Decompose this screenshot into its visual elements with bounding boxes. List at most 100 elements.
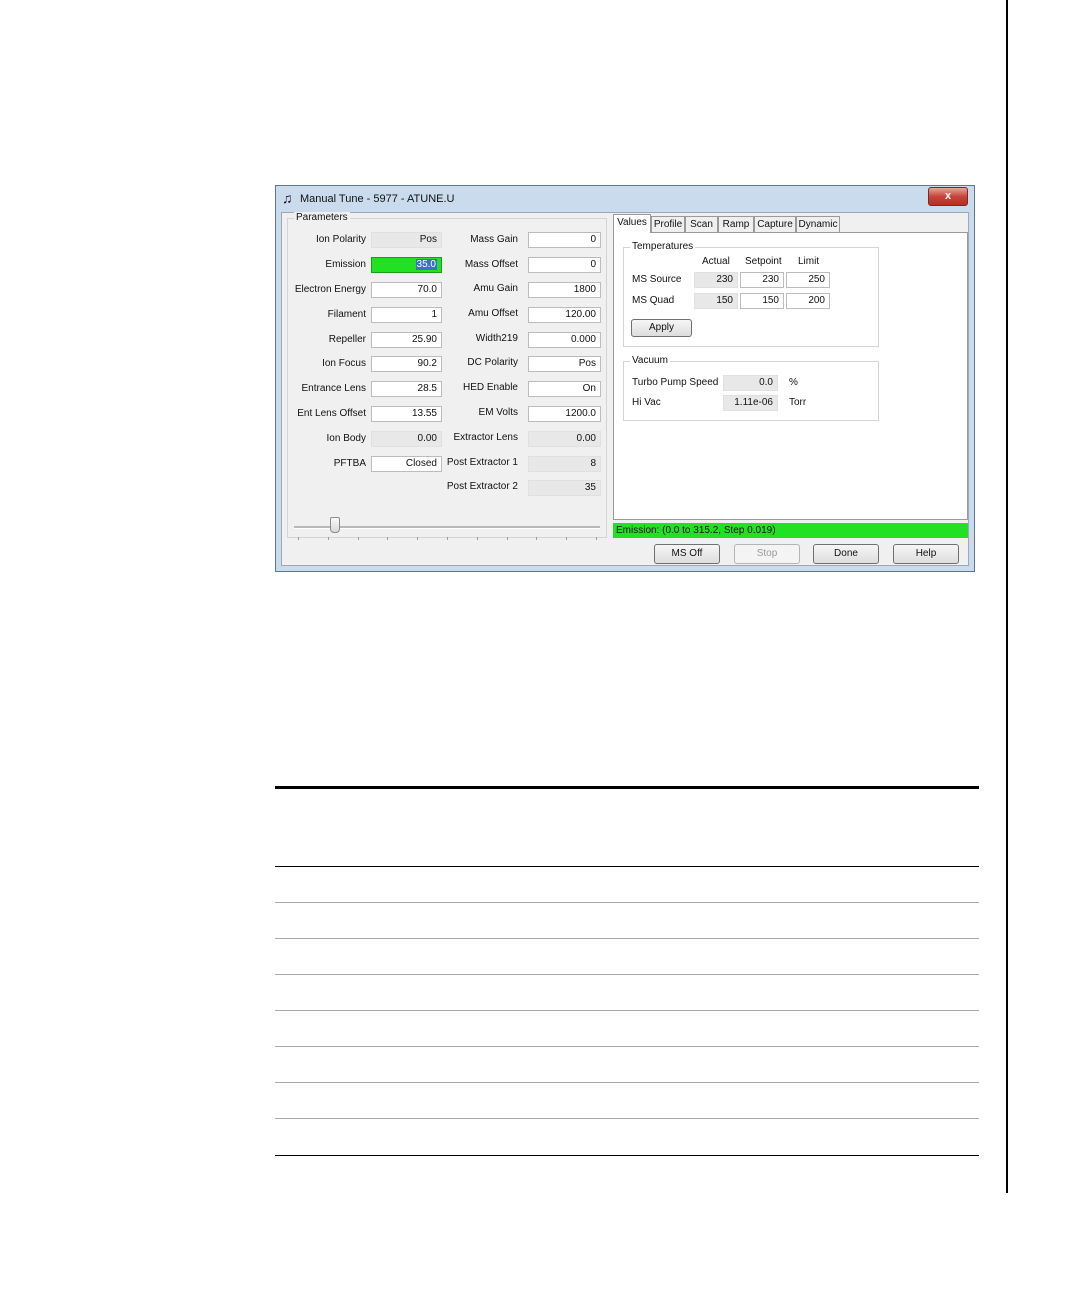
param-label: Entrance Lens xyxy=(301,383,367,394)
param-entrance-lens-field[interactable]: 28.5 xyxy=(371,381,442,397)
param-extractor-lens-field: 0.00 xyxy=(528,431,601,447)
table-bottom-rule xyxy=(275,1155,979,1156)
title-bar[interactable]: ♫ Manual Tune - 5977 - ATUNE.U x xyxy=(276,186,974,212)
param-amu-gain-field[interactable]: 1800 xyxy=(528,282,601,298)
param-label: Repeller xyxy=(328,334,366,345)
slider-tick xyxy=(566,537,568,540)
param-emission-field[interactable]: 35.0 xyxy=(371,257,442,273)
table-header-rule xyxy=(275,866,979,867)
param-label: Emission xyxy=(325,259,366,270)
tab-dynamic[interactable]: Dynamic xyxy=(796,216,840,232)
slider-tick xyxy=(387,537,389,540)
param-post-extractor-2-field: 35 xyxy=(528,480,601,496)
param-label: PFTBA xyxy=(333,458,366,469)
param-label: Post Extractor 1 xyxy=(446,457,518,468)
vacuum-group-label: Vacuum xyxy=(630,355,670,366)
param-ion-focus-field[interactable]: 90.2 xyxy=(371,356,442,372)
turbo-pump-speed-value: 0.0 xyxy=(723,375,778,391)
param-repeller-field[interactable]: 25.90 xyxy=(371,332,442,348)
page-edge-rule xyxy=(1006,0,1008,1193)
window-title: Manual Tune - 5977 - ATUNE.U xyxy=(300,193,455,205)
col-header-limit: Limit xyxy=(798,256,820,267)
stop-button[interactable]: Stop xyxy=(734,544,800,564)
col-header-setpoint: Setpoint xyxy=(745,256,782,267)
param-label: Width219 xyxy=(475,333,518,344)
param-label: Extractor Lens xyxy=(453,432,518,443)
window-client: Parameters Ion Polarity Pos Emission 35.… xyxy=(281,212,969,566)
status-bar: Emission: (0.0 to 315.2, Step 0.019) xyxy=(613,523,968,538)
tab-scan[interactable]: Scan xyxy=(685,216,718,232)
ms-off-button[interactable]: MS Off xyxy=(654,544,720,564)
tab-values[interactable]: Values xyxy=(613,214,651,233)
param-label: Mass Offset xyxy=(464,259,518,270)
col-header-actual: Actual xyxy=(702,256,730,267)
param-label: EM Volts xyxy=(478,407,518,418)
param-label: Electron Energy xyxy=(294,284,366,295)
tab-ramp[interactable]: Ramp xyxy=(718,216,754,232)
param-label: Ent Lens Offset xyxy=(297,408,366,419)
slider-tick xyxy=(298,537,299,540)
table-row-rule xyxy=(275,974,979,975)
param-label: Ion Body xyxy=(326,433,366,444)
param-label: DC Polarity xyxy=(467,357,518,368)
ms-source-actual: 230 xyxy=(694,272,738,288)
slider-tick xyxy=(536,537,538,540)
param-electron-energy-field[interactable]: 70.0 xyxy=(371,282,442,298)
ms-quad-setpoint[interactable]: 150 xyxy=(740,293,784,309)
tab-profile[interactable]: Profile xyxy=(651,216,685,232)
manual-tune-window: ♫ Manual Tune - 5977 - ATUNE.U x Paramet… xyxy=(275,185,975,572)
table-row-rule xyxy=(275,1118,979,1119)
param-label: Amu Offset xyxy=(468,308,518,319)
param-hed-enable-field[interactable]: On xyxy=(528,381,601,397)
tab-capture[interactable]: Capture xyxy=(754,216,796,232)
vacuum-row-label: Hi Vac xyxy=(632,397,661,408)
music-note-icon: ♫ xyxy=(282,190,293,206)
slider-tick xyxy=(327,537,329,540)
slider-tick xyxy=(357,537,359,540)
param-amu-offset-field[interactable]: 120.00 xyxy=(528,307,601,323)
ms-source-setpoint[interactable]: 230 xyxy=(740,272,784,288)
param-filament-field[interactable]: 1 xyxy=(371,307,442,323)
table-row-rule xyxy=(275,902,979,903)
emission-slider-track[interactable] xyxy=(294,526,600,529)
close-button[interactable]: x xyxy=(928,187,968,206)
param-label: Post Extractor 2 xyxy=(446,481,518,492)
vacuum-row-label: Turbo Pump Speed xyxy=(632,377,719,388)
help-button[interactable]: Help xyxy=(893,544,959,564)
ms-quad-limit[interactable]: 200 xyxy=(786,293,830,309)
param-ent-lens-offset-field[interactable]: 13.55 xyxy=(371,406,442,422)
param-ion-polarity-field: Pos xyxy=(371,232,442,248)
table-row-rule xyxy=(275,938,979,939)
apply-button[interactable]: Apply xyxy=(631,319,692,337)
temp-row-label: MS Source xyxy=(632,274,682,285)
param-pftba-field[interactable]: Closed xyxy=(371,456,442,472)
param-dc-polarity-field[interactable]: Pos xyxy=(528,356,601,372)
table-row-rule xyxy=(275,1010,979,1011)
hi-vac-unit: Torr xyxy=(789,397,807,408)
emission-value: 35.0 xyxy=(415,259,437,270)
param-mass-offset-field[interactable]: 0 xyxy=(528,257,601,273)
table-row-rule xyxy=(275,1046,979,1047)
table-top-rule xyxy=(275,786,979,789)
param-label: Ion Focus xyxy=(322,358,366,369)
values-tab-panel: Temperatures Actual Setpoint Limit MS So… xyxy=(613,232,968,520)
slider-tick xyxy=(596,537,597,540)
slider-tick xyxy=(476,537,478,540)
vacuum-group: Vacuum xyxy=(623,355,879,421)
ms-source-limit[interactable]: 250 xyxy=(786,272,830,288)
param-label: Mass Gain xyxy=(470,234,518,245)
slider-tick xyxy=(506,537,508,540)
turbo-pump-speed-unit: % xyxy=(789,377,798,388)
param-label: HED Enable xyxy=(462,382,518,393)
param-label: Amu Gain xyxy=(473,283,518,294)
emission-slider-thumb[interactable] xyxy=(329,517,340,533)
param-width219-field[interactable]: 0.000 xyxy=(528,332,601,348)
done-button[interactable]: Done xyxy=(813,544,879,564)
param-label: Filament xyxy=(327,309,366,320)
param-label: Ion Polarity xyxy=(315,234,366,245)
hi-vac-value: 1.11e-06 xyxy=(723,395,778,411)
table-row-rule xyxy=(275,1082,979,1083)
param-mass-gain-field[interactable]: 0 xyxy=(528,232,601,248)
temperatures-group-label: Temperatures xyxy=(630,241,696,252)
param-em-volts-field[interactable]: 1200.0 xyxy=(528,406,601,422)
